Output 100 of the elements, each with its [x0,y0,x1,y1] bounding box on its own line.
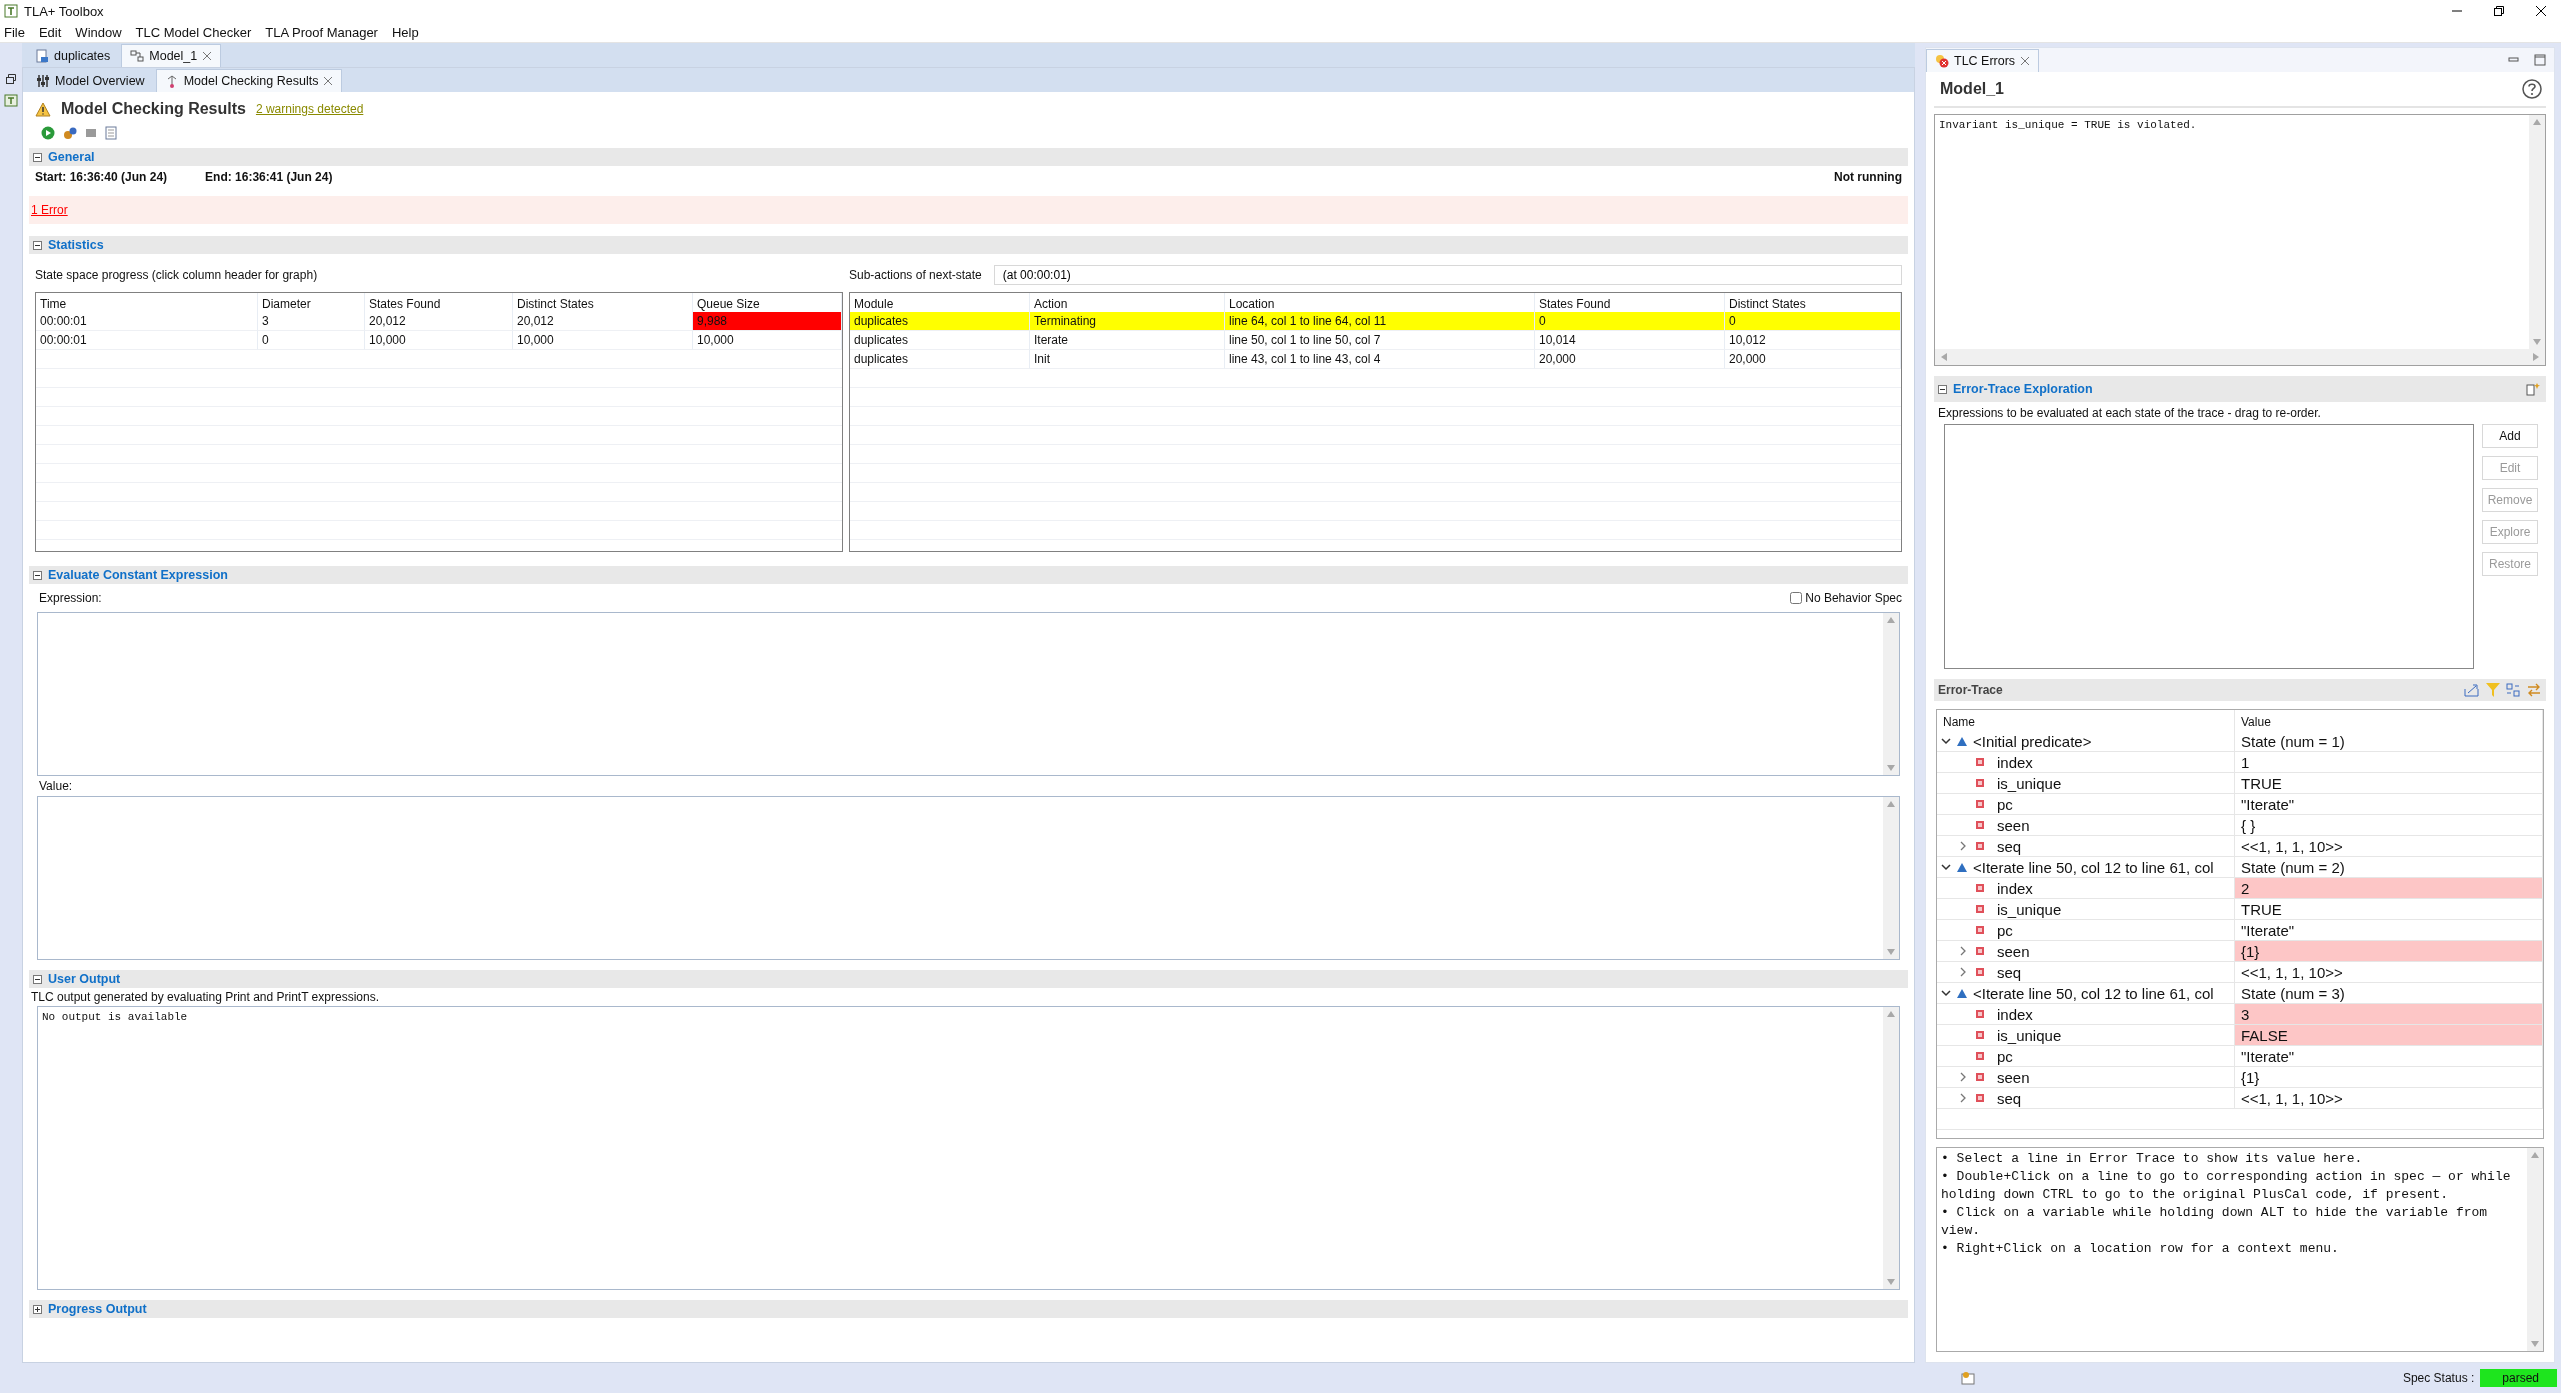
variable-name: is_unique [1996,774,2062,792]
section-header[interactable]: General [29,148,1908,166]
variable-name: index [1996,1005,2033,1023]
chevron-right-icon[interactable] [1958,946,1968,956]
new-view-icon[interactable] [2526,382,2540,396]
layout-icon[interactable] [2506,683,2520,697]
document-icon[interactable] [105,126,117,140]
variable-icon [1975,925,1985,935]
table-cell: 20,012 [513,312,693,331]
help-icon[interactable] [2522,79,2542,99]
menu-item[interactable]: Help [391,24,419,40]
scroll-down-icon[interactable] [2533,339,2541,345]
horizontal-scrollbar[interactable] [1935,349,2545,365]
page-tab[interactable]: Model Checking Results [155,69,343,92]
scroll-down-icon[interactable] [1887,765,1895,771]
window-title: TLA+ Toolbox [24,3,104,19]
menu-item[interactable]: Edit [38,24,62,40]
variable-icon [1975,1009,1985,1019]
page-tab[interactable]: Model Overview [27,69,154,92]
chevron-right-icon[interactable] [1958,967,1968,977]
scroll-up-icon[interactable] [2533,119,2541,125]
menu-item[interactable]: TLA Proof Manager [265,24,378,40]
vertical-scrollbar[interactable] [2529,115,2545,349]
menu-item[interactable]: TLC Model Checker [135,24,252,40]
action-button[interactable]: Add [2482,424,2538,448]
maximize-icon[interactable] [2534,54,2546,66]
section-header[interactable]: Progress Output [29,1300,1908,1318]
collapse-icon[interactable] [33,570,42,580]
value-field[interactable] [37,796,1900,960]
close-icon[interactable] [2535,5,2547,17]
scroll-up-icon[interactable] [1887,1011,1895,1017]
variable-icon [1975,1030,1985,1040]
scroll-left-icon[interactable] [1941,353,1947,361]
table-cell: duplicates [850,312,1030,331]
chevron-down-icon[interactable] [1941,862,1951,872]
variable-value: FALSE [2235,1025,2543,1046]
chevron-right-icon[interactable] [1958,841,1968,851]
collapse-icon[interactable] [33,152,42,162]
warnings-link[interactable]: 2 warnings detected [255,102,364,116]
variable-icon [1975,820,1985,830]
vertical-scrollbar[interactable] [2527,1148,2543,1351]
variable-name: seen [1996,816,2030,834]
variable-icon [1975,1093,1985,1103]
checkbox[interactable] [1790,592,1803,604]
scroll-down-icon[interactable] [2531,1341,2539,1347]
vertical-scrollbar[interactable] [1883,1007,1899,1289]
variable-name: seq [1996,837,2022,855]
chevron-right-icon[interactable] [1958,1072,1968,1082]
restore-icon[interactable] [2493,5,2505,17]
variable-icon [1975,1072,1985,1082]
table-cell: 00:00:01 [36,312,258,331]
chevron-down-icon[interactable] [1941,988,1951,998]
document-icon [35,49,49,63]
expression-field[interactable] [37,612,1900,776]
variable-name: index [1996,879,2033,897]
vertical-scrollbar[interactable] [1883,613,1899,775]
time-field[interactable]: (at 00:00:01) [993,265,1902,285]
diagram-icon [130,49,145,63]
collapse-icon[interactable] [33,240,42,250]
scroll-up-icon[interactable] [1887,617,1895,623]
variable-name: pc [1996,921,2013,939]
variable-icon [1975,883,1985,893]
expression-label: Expression: [38,591,102,605]
section-header[interactable]: Error-Trace Exploration [1934,376,2546,402]
state-icon [1957,862,1967,872]
scroll-down-icon[interactable] [1887,949,1895,955]
editor-tab[interactable]: duplicates [26,44,120,67]
collapse-icon[interactable] [1938,384,1947,394]
tree-item[interactable]: <Initial predicate> [1937,731,2235,752]
run-icon[interactable] [41,126,55,140]
scroll-up-icon[interactable] [2531,1152,2539,1158]
errors-link[interactable]: 1 Error [31,203,68,217]
help-line: • Double+Click on a line to go to corresponding action in spec — or while holding down CTRL to go to the original PlusCal code, if present. [1941,1168,2512,1204]
sliders-icon [36,74,50,88]
section-header[interactable]: Statistics [29,236,1908,254]
spec-explorer-icon[interactable] [4,93,18,107]
app-icon [4,4,18,18]
view-tab[interactable]: TLC Errors [1926,49,2040,72]
no-behavior-spec-checkbox[interactable]: No Behavior Spec [1790,591,1902,605]
section-header[interactable]: User Output [29,970,1908,988]
menu-item[interactable]: Window [75,24,122,40]
scroll-up-icon[interactable] [1887,801,1895,807]
chevron-down-icon[interactable] [1941,736,1951,746]
scroll-down-icon[interactable] [1887,1279,1895,1285]
swap-icon[interactable] [2526,683,2542,697]
section-header[interactable]: Evaluate Constant Expression [29,566,1908,584]
restore-icon[interactable] [5,73,17,85]
chevron-right-icon[interactable] [1958,1093,1968,1103]
menu-item[interactable]: File [4,24,25,40]
section-title: Error-Trace [1938,683,2003,697]
scroll-right-icon[interactable] [2533,353,2539,361]
collapse-icon[interactable] [33,974,42,984]
editor-tab[interactable]: Model_1 [121,44,222,67]
expand-icon[interactable] [33,1304,42,1314]
vertical-scrollbar[interactable] [1883,797,1899,959]
stop-icon[interactable] [85,127,97,139]
minimize-icon[interactable] [2508,55,2520,65]
section-title: Evaluate Constant Expression [48,568,228,582]
export-icon[interactable] [2464,683,2480,697]
variable-value: 2 [2235,878,2543,899]
